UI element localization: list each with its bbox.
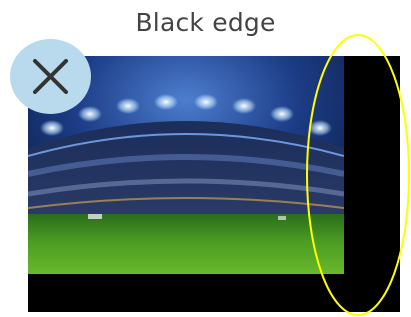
example-card: Black edge [0,0,411,317]
highlight-ellipse [306,34,410,316]
